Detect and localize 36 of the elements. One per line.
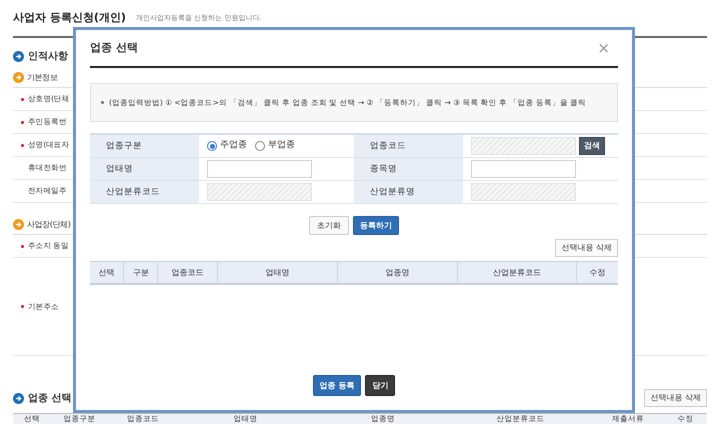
arrow-circle-icon bbox=[13, 392, 24, 404]
column-header: 업태명 bbox=[216, 262, 337, 283]
form-label: 산업분류명 bbox=[370, 186, 415, 198]
group-heading: 기본정보 bbox=[27, 72, 58, 84]
group-heading: 사업장(단체) bbox=[27, 218, 70, 230]
dialog-title: 업종 선택 bbox=[90, 40, 138, 56]
arrow-circle-icon bbox=[13, 219, 24, 230]
arrow-circle-icon bbox=[13, 50, 24, 62]
input-field[interactable] bbox=[471, 160, 576, 178]
form-label: 산업분류코드 bbox=[106, 186, 160, 198]
input-field[interactable] bbox=[207, 160, 312, 178]
reset-button[interactable]: 초기화 bbox=[309, 216, 349, 235]
column-header: 업종명 bbox=[336, 262, 457, 283]
delete-selected-button[interactable]: 선택내용 삭제 bbox=[644, 389, 707, 407]
form-label: 업종코드 bbox=[370, 140, 406, 152]
bullet-icon bbox=[101, 101, 104, 104]
add-button[interactable]: 등록하기 bbox=[353, 216, 399, 235]
form-label: 업종구분 bbox=[106, 140, 142, 152]
radio-label: 부업종 bbox=[268, 139, 295, 152]
radio-button[interactable] bbox=[207, 141, 217, 151]
column-header: 구분 bbox=[123, 262, 158, 283]
page-title: 사업자 등록신청(개인) bbox=[13, 11, 126, 25]
form-label: 업태명 bbox=[106, 162, 133, 176]
register-button[interactable]: 업종 등록 bbox=[312, 375, 362, 396]
delete-selected-button[interactable]: 선택내용 삭제 bbox=[555, 239, 618, 257]
section-heading: 업종 선택 bbox=[28, 392, 72, 406]
section-heading: 인적사항 bbox=[28, 50, 68, 64]
radio-label: 주업종 bbox=[220, 139, 247, 152]
form-label: 종목명 bbox=[370, 162, 397, 176]
column-header: 수정 bbox=[576, 262, 618, 283]
radio-button[interactable] bbox=[255, 141, 265, 151]
column-header: 산업분류코드 bbox=[456, 262, 576, 283]
arrow-circle-icon bbox=[13, 72, 24, 83]
column-header: 선택 bbox=[98, 266, 116, 278]
column-header: 업종코드 bbox=[157, 262, 217, 283]
close-dialog-button[interactable]: 닫기 bbox=[365, 375, 396, 396]
